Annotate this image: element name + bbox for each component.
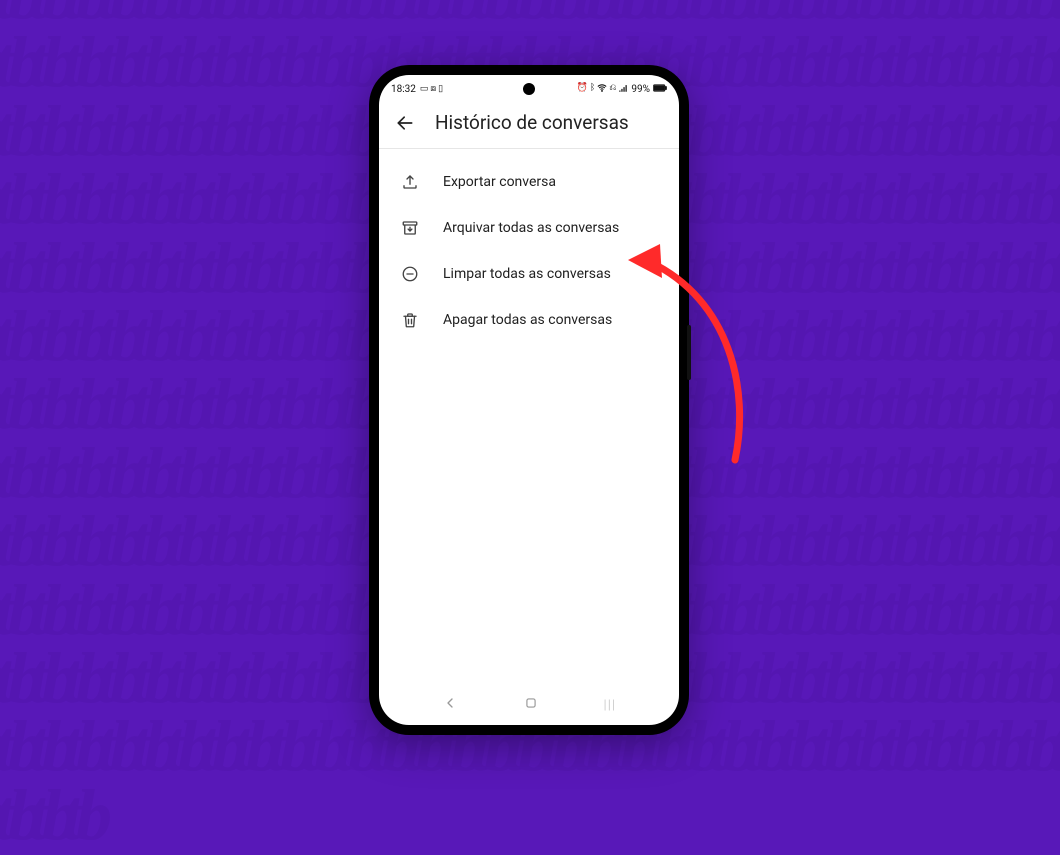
page-title: Histórico de conversas xyxy=(435,111,629,134)
status-right-icons: ⏰ ᛒ ⎌ xyxy=(577,83,629,96)
nav-home-icon[interactable] xyxy=(524,696,538,714)
battery-icon xyxy=(653,83,667,96)
status-left-icons: ▭ ⧈ ▯ xyxy=(420,84,443,94)
calendar-icon: ⧈ xyxy=(430,84,436,94)
nav-recents-icon[interactable]: ||| xyxy=(604,697,617,713)
alarm-icon: ⏰ xyxy=(577,83,588,96)
phone-frame: 18:32 ▭ ⧈ ▯ ⏰ ᛒ ⎌ xyxy=(369,65,689,735)
menu-item-label: Apagar todas as conversas xyxy=(443,312,612,328)
android-nav-bar: ||| xyxy=(379,683,679,725)
menu-item-label: Limpar todas as conversas xyxy=(443,266,611,282)
back-arrow-icon[interactable] xyxy=(395,113,415,133)
trash-icon xyxy=(401,311,419,329)
phone-camera-hole xyxy=(523,83,535,95)
phone-screen: 18:32 ▭ ⧈ ▯ ⏰ ᛒ ⎌ xyxy=(379,75,679,725)
menu-item-delete[interactable]: Apagar todas as conversas xyxy=(379,297,679,343)
minus-circle-icon xyxy=(401,265,419,283)
bluetooth-icon: ᛒ xyxy=(590,83,595,96)
card-icon: ▭ xyxy=(420,84,429,94)
wifi-icon xyxy=(597,83,607,96)
archive-icon xyxy=(401,219,419,237)
status-time: 18:32 xyxy=(391,84,416,95)
menu-item-export[interactable]: Exportar conversa xyxy=(379,159,679,205)
menu-item-clear[interactable]: Limpar todas as conversas xyxy=(379,251,679,297)
settings-menu: Exportar conversa Arquivar todas as conv… xyxy=(379,149,679,353)
status-right: ⏰ ᛒ ⎌ 99% xyxy=(577,83,667,96)
menu-item-archive[interactable]: Arquivar todas as conversas xyxy=(379,205,679,251)
volte-icon: ⎌ xyxy=(609,83,616,96)
phone-side-button xyxy=(687,325,691,380)
status-left: 18:32 ▭ ⧈ ▯ xyxy=(391,84,443,95)
app-header: Histórico de conversas xyxy=(379,99,679,149)
signal-icon xyxy=(618,83,628,96)
menu-item-label: Exportar conversa xyxy=(443,174,556,190)
sim-icon: ▯ xyxy=(438,84,443,94)
upload-icon xyxy=(401,173,419,191)
nav-back-icon[interactable] xyxy=(442,695,458,715)
battery-percentage: 99% xyxy=(631,84,650,95)
menu-item-label: Arquivar todas as conversas xyxy=(443,220,619,236)
